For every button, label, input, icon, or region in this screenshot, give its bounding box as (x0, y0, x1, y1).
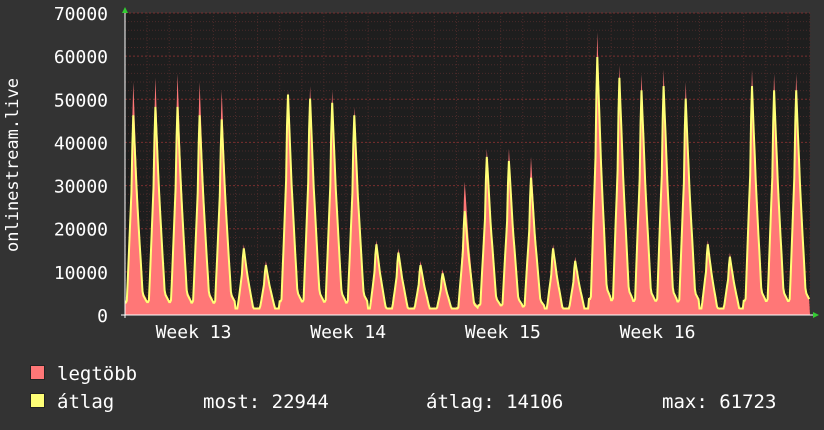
y-tick-label: 50000 (54, 90, 108, 111)
legend-label-max: legtöbb (57, 363, 138, 385)
y-axis-arrow-icon (122, 7, 128, 13)
legend-swatch-max (30, 365, 45, 380)
x-tick-label: Week 16 (620, 322, 696, 343)
x-tick-label: Week 15 (465, 322, 541, 343)
x-axis-arrow-icon (813, 312, 819, 318)
legend-label-avg: átlag (57, 391, 115, 413)
stat-current: most: 22944 (203, 391, 329, 413)
legend-item-max: legtöbb (30, 363, 137, 385)
y-tick-label: 30000 (54, 177, 108, 198)
legend-swatch-avg (30, 393, 45, 408)
y-tick-label: 0 (97, 306, 108, 327)
x-tick-label: Week 13 (156, 322, 232, 343)
y-tick-label: 10000 (54, 263, 108, 284)
y-tick-label: 20000 (54, 220, 108, 241)
legend-item-avg: átlag (30, 391, 114, 413)
y-tick-label: 60000 (54, 47, 108, 68)
x-tick-label: Week 14 (310, 322, 386, 343)
y-tick-label: 40000 (54, 133, 108, 154)
y-tick-label: 70000 (54, 4, 108, 25)
stat-average: átlag: 14106 (426, 391, 564, 413)
y-axis-ticks: 0 10000 20000 30000 40000 50000 60000 70000 (54, 4, 108, 327)
stat-max: max: 61723 (662, 391, 777, 413)
x-axis-ticks: Week 13 Week 14 Week 15 Week 16 (156, 322, 696, 343)
y-axis-label: onlinestream.live (3, 78, 23, 252)
